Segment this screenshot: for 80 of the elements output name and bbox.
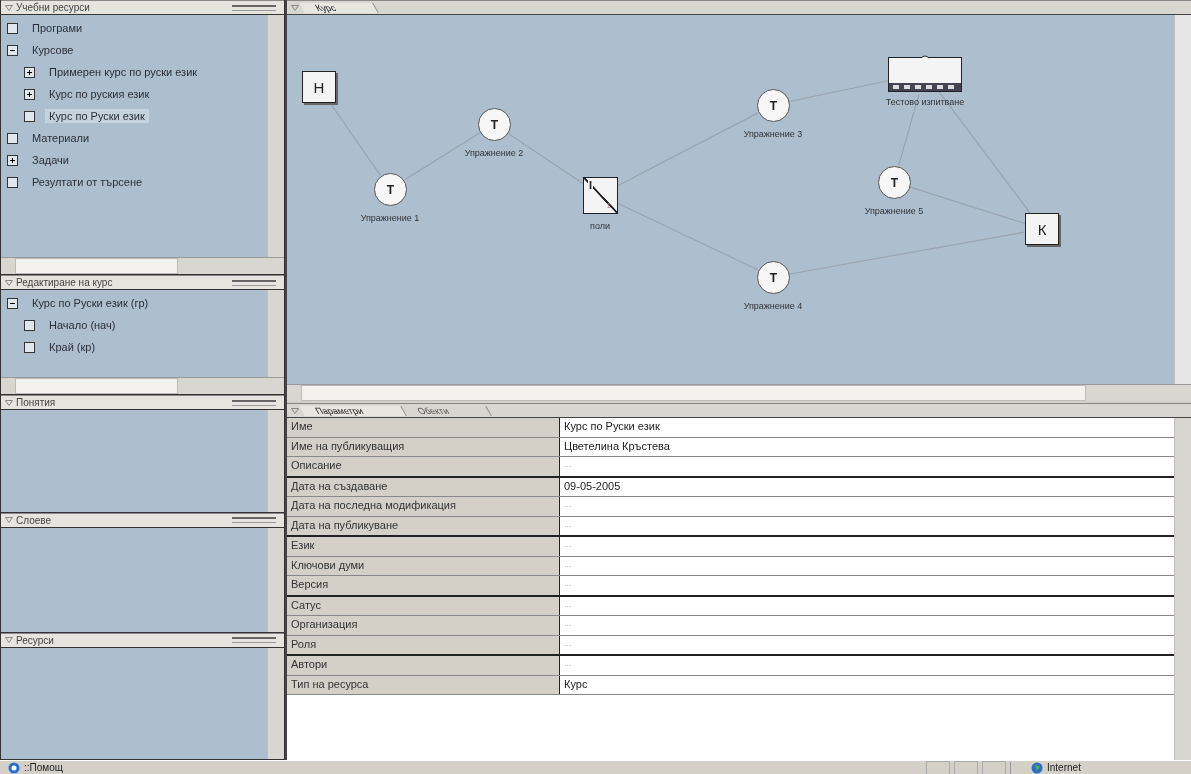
tree-item[interactable]: Материали: [28, 131, 94, 145]
tree-item[interactable]: Задачи: [28, 153, 73, 167]
collapse-icon[interactable]: [291, 407, 299, 414]
globe-icon: [1031, 761, 1043, 774]
vertical-scrollbar[interactable]: [267, 290, 284, 378]
horizontal-scrollbar[interactable]: [287, 384, 1191, 401]
task-node: Т: [757, 261, 790, 294]
status-text: ::Помощ: [24, 762, 63, 773]
vertical-scrollbar[interactable]: [267, 527, 284, 632]
diagram-tab[interactable]: Курс: [299, 2, 380, 13]
vertical-scrollbar[interactable]: [267, 647, 284, 759]
collapse-icon[interactable]: [291, 4, 299, 11]
status-pane: [954, 760, 978, 774]
panel-title: Понятия: [16, 397, 56, 409]
collapse-icon[interactable]: [5, 279, 13, 286]
node-label: поли: [588, 221, 612, 231]
expander-icon[interactable]: [24, 110, 35, 122]
tree-item[interactable]: Резултати от търсене: [28, 175, 147, 189]
tree-item[interactable]: Курс по руския език: [45, 87, 154, 101]
task-node: Т: [478, 108, 511, 141]
expander-icon[interactable]: [24, 341, 35, 353]
start-node: Н: [302, 71, 336, 103]
task-node: Т: [757, 89, 790, 122]
properties-tab[interactable]: Обекти: [400, 405, 492, 416]
node-label: Упражнение 4: [743, 301, 803, 311]
tree-item[interactable]: Примерен курс по руски език: [45, 65, 202, 79]
node-label: Упражнение 3: [743, 129, 803, 139]
tree-item[interactable]: Край (кр): [45, 340, 100, 355]
horizontal-scrollbar[interactable]: [1, 257, 284, 275]
tree-item[interactable]: Програми: [28, 21, 87, 35]
vertical-scrollbar[interactable]: [267, 15, 284, 258]
zone-label: Internet: [1047, 762, 1081, 773]
expander-icon[interactable]: [7, 132, 18, 144]
node-label: Тестово изпитване: [885, 97, 965, 107]
panel-title: Учебни ресурси: [16, 2, 90, 13]
vertical-scrollbar[interactable]: [1174, 15, 1191, 384]
property-name: Автори: [287, 656, 560, 675]
expander-icon[interactable]: [7, 22, 18, 34]
panel-title: Ресурси: [16, 634, 54, 646]
collapse-icon[interactable]: [5, 399, 13, 406]
collapse-icon[interactable]: [5, 517, 13, 524]
gate-node: I 1: [583, 177, 618, 214]
collapse-icon[interactable]: [5, 637, 13, 644]
property-name: Език: [287, 537, 560, 556]
expander-icon[interactable]: [7, 176, 18, 188]
tree-item[interactable]: Начало (нач): [45, 318, 120, 333]
grip-icon[interactable]: [232, 4, 276, 11]
property-name: Версия: [287, 576, 560, 595]
horizontal-scrollbar[interactable]: [1, 377, 284, 395]
status-pane: [982, 760, 1006, 774]
property-name: Дата на последна модификация: [287, 497, 560, 516]
task-node: Т: [878, 166, 911, 199]
grip-icon[interactable]: [232, 517, 276, 524]
panel-title: Слоеве: [16, 514, 52, 526]
expander-icon[interactable]: [24, 66, 35, 78]
tree-item[interactable]: Курс по Руски език (гр): [28, 296, 153, 311]
property-name: Организация: [287, 616, 560, 635]
task-node: Т: [374, 173, 407, 206]
property-name: Име: [287, 418, 560, 437]
properties-tab[interactable]: Параметри: [299, 405, 407, 416]
expander-icon[interactable]: [7, 44, 18, 56]
panel-title: Редактиране на курс: [16, 277, 113, 289]
grip-icon[interactable]: [232, 399, 276, 406]
node-label: Упражнение 5: [864, 206, 924, 216]
expander-icon[interactable]: [24, 319, 35, 331]
vertical-scrollbar[interactable]: [267, 410, 284, 512]
status-pane: [926, 760, 950, 774]
tree-item[interactable]: Курс по Руски език: [45, 109, 149, 123]
grip-icon[interactable]: [232, 637, 276, 644]
grip-icon[interactable]: [232, 279, 276, 286]
expander-icon[interactable]: [24, 88, 35, 100]
end-node: К: [1025, 213, 1059, 245]
vertical-scrollbar[interactable]: [1174, 418, 1191, 760]
collapse-icon[interactable]: [5, 4, 13, 11]
property-name: Описание: [287, 457, 560, 476]
expander-icon[interactable]: [7, 297, 18, 309]
tree-item[interactable]: Курсове: [28, 43, 78, 57]
node-label: Упражнение 1: [360, 213, 420, 223]
node-label: Упражнение 2: [464, 148, 524, 158]
expander-icon[interactable]: [7, 154, 18, 166]
